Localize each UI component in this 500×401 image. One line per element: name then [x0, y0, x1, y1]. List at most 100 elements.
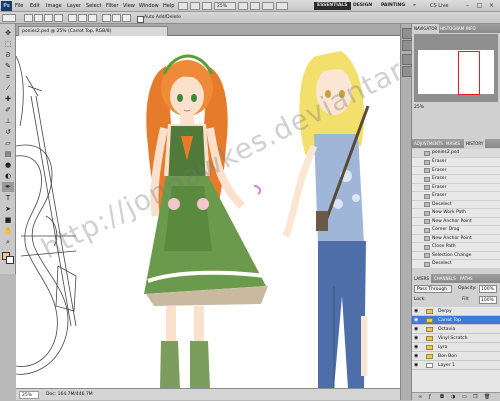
workspace-more[interactable]: » [410, 2, 419, 10]
tab-paths[interactable]: PATHS [458, 274, 475, 283]
document-canvas[interactable]: http://jonnawkes.deviantart.com [16, 36, 400, 388]
tab-history[interactable]: HISTORY [464, 139, 486, 148]
bridge-button[interactable] [178, 2, 188, 10]
tool-preset-picker[interactable] [2, 14, 16, 22]
menu-file[interactable]: File [15, 2, 23, 10]
layer-row-derpy[interactable]: ◉ Derpy [412, 307, 500, 316]
layer-row-layer-1[interactable]: ◉ Layer 1 [412, 361, 500, 370]
minibridge-button[interactable] [190, 2, 200, 10]
healing-brush-tool-icon[interactable]: ✚ [2, 94, 14, 104]
visibility-eye-icon[interactable]: ◉ [414, 345, 418, 350]
fill-input[interactable]: 100% [479, 296, 497, 304]
intersect-selection-icon[interactable] [54, 14, 63, 22]
tab-navigator[interactable]: NAVIGATOR [412, 24, 440, 33]
visibility-eye-icon[interactable]: ◉ [414, 363, 418, 368]
pen-tool-icon[interactable] [102, 14, 111, 22]
history-item[interactable]: Deselect [412, 260, 500, 269]
blur-tool-icon[interactable]: ● [2, 160, 14, 170]
paths-icon[interactable] [78, 14, 87, 22]
arrange-documents-button[interactable] [262, 2, 274, 10]
subtract-selection-icon[interactable] [44, 14, 53, 22]
tab-channels[interactable]: CHANNELS [432, 274, 458, 283]
history-item[interactable]: New Anchor Point [412, 235, 500, 243]
blend-mode-select[interactable]: Pass Through [414, 285, 452, 293]
crop-tool-icon[interactable]: ⌗ [2, 72, 14, 82]
history-item[interactable]: Eraser [412, 192, 500, 201]
minimize-icon[interactable]: – [463, 1, 472, 10]
workspace-essentials[interactable]: ESSENTIALS [314, 2, 351, 10]
layer-row-lyra[interactable]: ◉ Lyra [412, 343, 500, 352]
history-item[interactable]: Selection Change [412, 252, 500, 260]
auto-add-delete-checkbox[interactable] [137, 16, 144, 23]
add-selection-icon[interactable] [34, 14, 43, 22]
menu-layer[interactable]: Layer [67, 2, 81, 10]
menu-view[interactable]: View [123, 2, 135, 10]
history-item[interactable]: Eraser [412, 184, 500, 192]
menu-window[interactable]: Window [139, 2, 159, 10]
tab-adjustments[interactable]: ADJUSTMENTS [412, 139, 445, 148]
new-selection-icon[interactable] [24, 14, 33, 22]
close-icon[interactable]: × [487, 1, 496, 10]
tab-layers[interactable]: LAYERS [412, 274, 432, 283]
visibility-eye-icon[interactable]: ◉ [414, 327, 418, 332]
history-item[interactable]: New Work Path [412, 209, 500, 218]
history-item[interactable]: New Anchor Point [412, 218, 500, 226]
background-color-swatch[interactable] [6, 256, 14, 264]
menu-edit[interactable]: Edit [30, 2, 40, 10]
status-doc-info[interactable]: Doc: 164.7M/446.7M [46, 391, 93, 399]
fill-pixels-icon[interactable] [88, 14, 97, 22]
menu-image[interactable]: Image [46, 2, 62, 10]
opacity-input[interactable]: 100% [479, 285, 497, 293]
brush-tool-icon[interactable]: ✐ [2, 105, 14, 115]
navigator-view-box[interactable] [458, 51, 480, 95]
lasso-tool-icon[interactable]: ᘐ [2, 50, 14, 60]
status-zoom-field[interactable]: 25% [19, 391, 39, 399]
move-tool-icon[interactable]: ✥ [2, 28, 14, 38]
menu-filter[interactable]: Filter [106, 2, 118, 10]
menu-help[interactable]: Help [163, 2, 174, 10]
eraser-tool-icon[interactable]: ▱ [2, 138, 14, 148]
rotate-view-button[interactable] [250, 2, 260, 10]
clone-stamp-tool-icon[interactable]: ⊥ [2, 116, 14, 126]
dodge-tool-icon[interactable]: ◐ [2, 171, 14, 181]
shape-tool-icon[interactable]: ■ [2, 215, 14, 225]
zoom-tool-icon[interactable]: ⌕ [2, 237, 14, 247]
hand-tool-button[interactable] [238, 2, 248, 10]
visibility-eye-icon[interactable]: ◉ [414, 336, 418, 341]
path-select-tool-icon[interactable]: ➤ [2, 204, 14, 214]
type-tool-icon[interactable]: T [2, 193, 14, 203]
freeform-pen-icon[interactable] [112, 14, 121, 22]
history-brush-tool-icon[interactable]: ↺ [2, 127, 14, 137]
history-item[interactable]: Deselect [412, 201, 500, 209]
shape-layers-icon[interactable] [68, 14, 77, 22]
tab-masks[interactable]: MASKS [444, 139, 462, 148]
maximize-icon[interactable]: □ [475, 1, 484, 10]
tab-info[interactable]: INFO [464, 24, 478, 33]
navigator-preview[interactable] [414, 34, 498, 102]
quick-select-tool-icon[interactable]: ✎ [2, 61, 14, 71]
workspace-design[interactable]: DESIGN [350, 2, 375, 10]
hand-tool-icon[interactable]: ✋ [2, 226, 14, 236]
menu-select[interactable]: Select [86, 2, 101, 10]
visibility-eye-icon[interactable]: ◉ [414, 309, 418, 314]
visibility-eye-icon[interactable]: ◉ [414, 318, 418, 323]
rectangle-shape-icon[interactable] [122, 14, 131, 22]
layer-row-octavia[interactable]: ◉ Octavia [412, 325, 500, 334]
history-item[interactable]: Corner Drag [412, 226, 500, 235]
history-item[interactable]: Eraser [412, 158, 500, 167]
pen-tool-icon[interactable]: ✒ [2, 182, 14, 192]
history-item[interactable]: Eraser [412, 175, 500, 184]
eyedropper-tool-icon[interactable]: ⁄ [2, 83, 14, 93]
history-snapshot[interactable]: ponies2.psd [412, 149, 500, 158]
zoom-level-select[interactable]: 25% [214, 2, 236, 10]
screen-mode-button[interactable] [276, 2, 288, 10]
tab-histogram[interactable]: HISTOGRAM [438, 24, 466, 33]
visibility-eye-icon[interactable]: ◉ [414, 354, 418, 359]
document-tab[interactable]: ponies2.psd @ 25% (Carrot Top, RGB/8) [18, 26, 168, 36]
workspace-painting[interactable]: PAINTING [378, 2, 408, 10]
layer-row-vinyl-scratch[interactable]: ◉ Vinyl Scratch [412, 334, 500, 343]
marquee-tool-icon[interactable]: ⬚ [2, 39, 14, 49]
navigator-zoom-value[interactable]: 25% [414, 105, 424, 110]
gradient-tool-icon[interactable]: ▤ [2, 149, 14, 159]
history-item[interactable]: Close Path [412, 243, 500, 252]
